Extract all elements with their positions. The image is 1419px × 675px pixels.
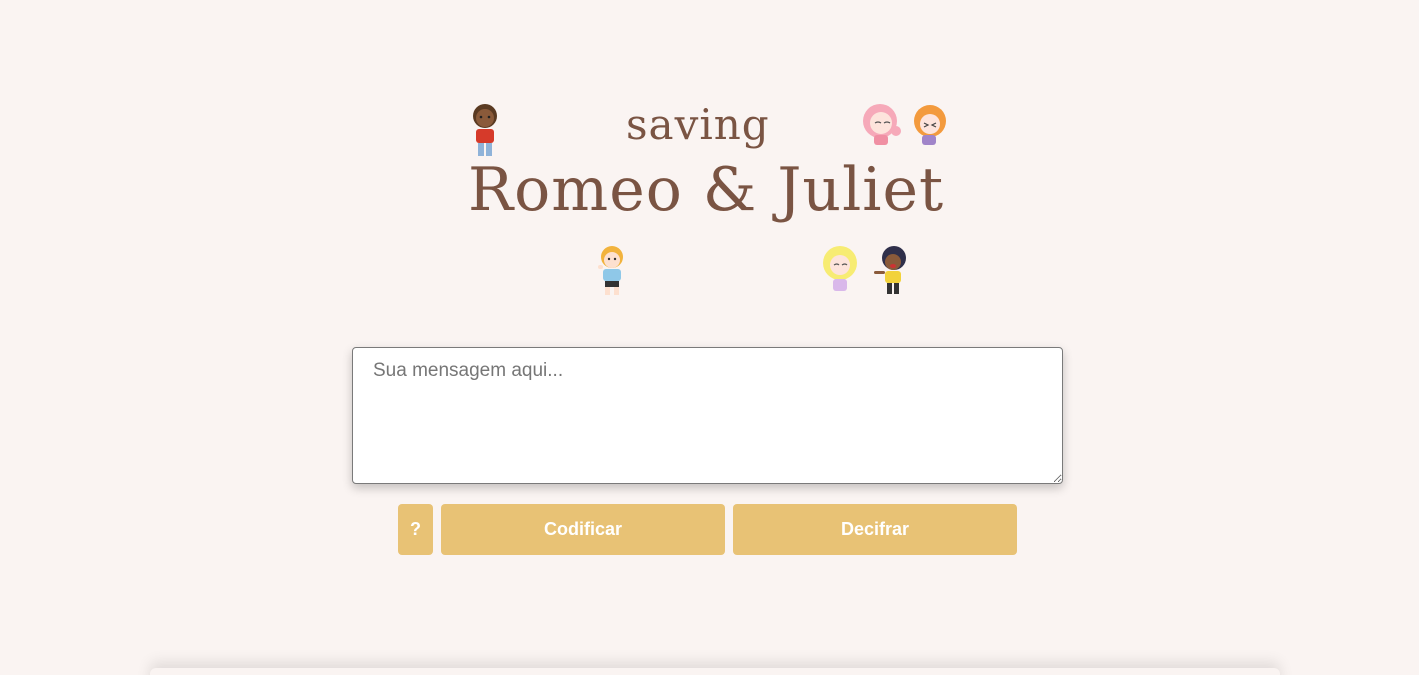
- bottom-panel: [150, 668, 1280, 675]
- orange-hair-girl-icon: [914, 105, 946, 145]
- message-input[interactable]: [352, 347, 1063, 484]
- dark-hair-boy-icon: [874, 246, 906, 294]
- blonde-girl-icon: [823, 246, 857, 291]
- boy-red-shirt-icon: [473, 104, 497, 156]
- pink-hair-girl-icon: [863, 104, 901, 145]
- page: saving Romeo & Juliet Sua mensagem aqui.…: [0, 0, 1419, 675]
- encode-button[interactable]: Codificar: [441, 504, 725, 555]
- help-button[interactable]: ?: [398, 504, 433, 555]
- logo-title: Romeo & Juliet: [468, 155, 945, 225]
- decode-button[interactable]: Decifrar: [733, 504, 1017, 555]
- blond-boy-icon: [598, 246, 623, 295]
- logo-subtitle: saving: [626, 100, 770, 149]
- logo: saving Romeo & Juliet: [460, 95, 960, 305]
